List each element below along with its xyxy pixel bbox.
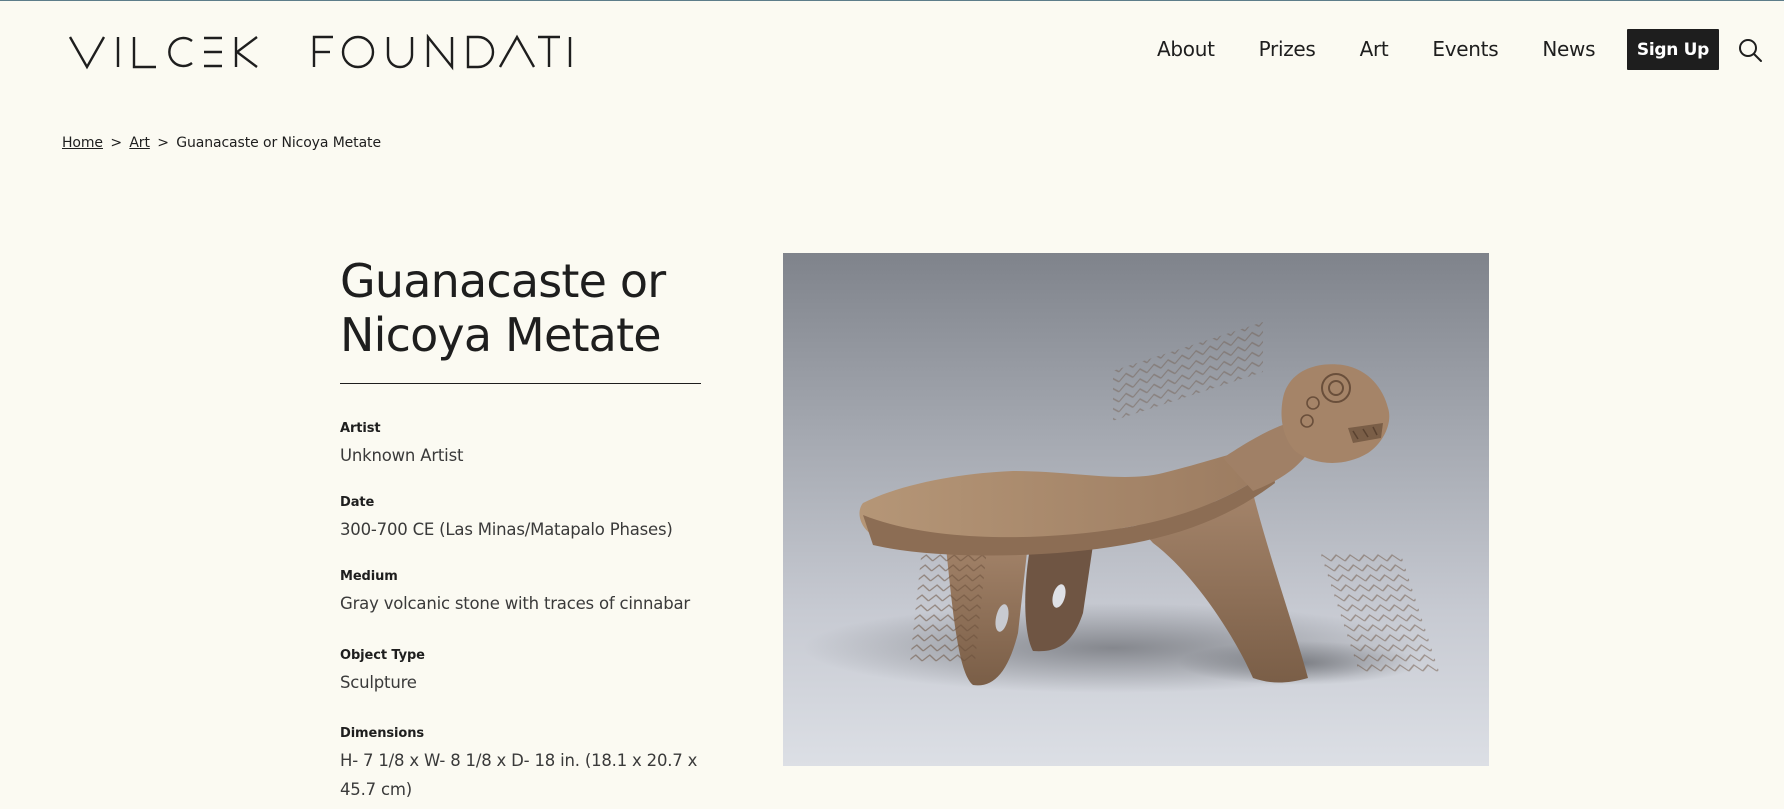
- breadcrumb: Home > Art > Guanacaste or Nicoya Metate: [62, 135, 381, 151]
- title-divider: [340, 383, 701, 384]
- search-icon[interactable]: [1737, 37, 1763, 63]
- artwork-image[interactable]: [783, 253, 1489, 766]
- breadcrumb-separator: >: [157, 135, 169, 151]
- detail-label: Medium: [340, 569, 398, 584]
- sign-up-button[interactable]: Sign Up: [1627, 29, 1719, 70]
- breadcrumb-art-link[interactable]: Art: [129, 135, 150, 151]
- detail-date: Date 300-700 CE (Las Minas/Matapalo Phas…: [340, 495, 700, 544]
- nav-events[interactable]: Events: [1432, 37, 1498, 61]
- vilcek-foundation-logo[interactable]: [68, 34, 596, 72]
- nav-art[interactable]: Art: [1360, 37, 1389, 61]
- nav-prizes[interactable]: Prizes: [1259, 37, 1316, 61]
- detail-value: Sculpture: [340, 673, 417, 692]
- breadcrumb-separator: >: [110, 135, 122, 151]
- detail-label: Object Type: [340, 648, 425, 663]
- detail-value: Gray volcanic stone with traces of cinna…: [340, 594, 690, 613]
- detail-medium: Medium Gray volcanic stone with traces o…: [340, 569, 700, 618]
- detail-label: Artist: [340, 421, 381, 436]
- detail-object-type: Object Type Sculpture: [340, 648, 700, 697]
- detail-value: Unknown Artist: [340, 446, 464, 465]
- breadcrumb-current: Guanacaste or Nicoya Metate: [176, 135, 381, 151]
- detail-label: Date: [340, 495, 375, 510]
- nav-news[interactable]: News: [1542, 37, 1595, 61]
- page-title-line-2: Nicoya Metate: [340, 308, 662, 362]
- detail-artist: Artist Unknown Artist: [340, 421, 700, 470]
- detail-dimensions: Dimensions H- 7 1/8 x W- 8 1/8 x D- 18 i…: [340, 726, 700, 804]
- breadcrumb-home-link[interactable]: Home: [62, 135, 103, 151]
- page-title-line-1: Guanacaste or: [340, 254, 666, 308]
- detail-value: H- 7 1/8 x W- 8 1/8 x D- 18 in. (18.1 x …: [340, 751, 698, 799]
- main-nav: About Prizes Art Events News: [1140, 28, 1639, 70]
- detail-value: 300-700 CE (Las Minas/Matapalo Phases): [340, 520, 673, 539]
- detail-label: Dimensions: [340, 726, 424, 741]
- top-accent-line: [0, 0, 1784, 1]
- nav-about[interactable]: About: [1157, 37, 1215, 61]
- page-title: Guanacaste or Nicoya Metate: [340, 254, 680, 362]
